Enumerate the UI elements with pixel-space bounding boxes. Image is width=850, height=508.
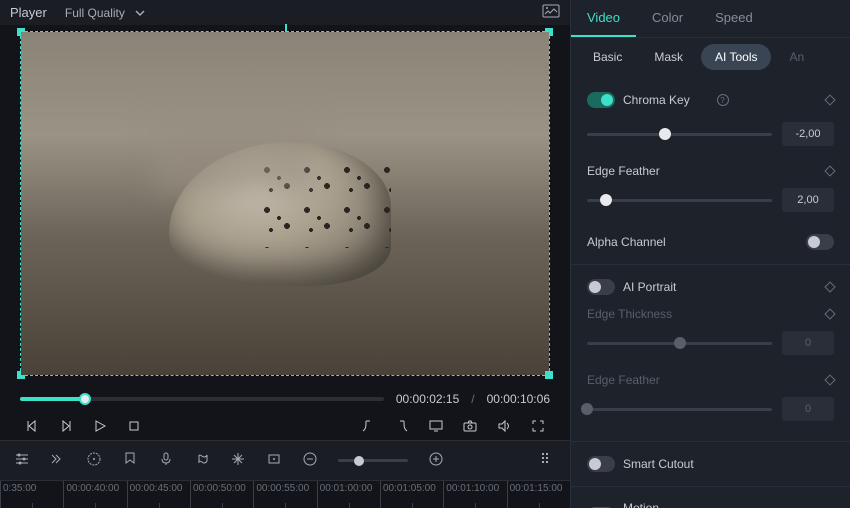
ai-portrait-label: AI Portrait <box>623 280 717 294</box>
ruler-tick: 00:01:05:00 <box>380 481 443 508</box>
adjust-button[interactable] <box>14 451 30 470</box>
edge-feather-label: Edge Feather <box>587 160 834 182</box>
preview-pane: Player Full Quality 00:00:02:15 / <box>0 0 570 508</box>
tab-speed[interactable]: Speed <box>699 0 769 37</box>
playhead-marker <box>285 24 287 32</box>
edge-feather-slider[interactable] <box>587 199 772 202</box>
keyframe-icon[interactable] <box>824 281 835 292</box>
prev-frame-button[interactable] <box>24 418 40 434</box>
smart-cutout-toggle[interactable] <box>587 456 615 472</box>
chroma-key-label: Chroma Key <box>623 93 705 107</box>
properties-panel: VideoColorSpeed BasicMaskAI ToolsAn Chro… <box>570 0 850 508</box>
chroma-key-row: Chroma Key ? <box>587 84 834 116</box>
chroma-key-slider-row: -2,00 <box>587 116 834 160</box>
alpha-channel-row: Alpha Channel <box>587 226 834 258</box>
ai-portrait-toggle[interactable] <box>587 279 615 295</box>
keyframe-icon[interactable] <box>824 94 835 105</box>
motion-tracking-label: Motion Tracking <box>623 501 702 508</box>
main-tabs: VideoColorSpeed <box>571 0 850 38</box>
edge-feather2-slider-row: 0 <box>587 391 834 435</box>
timeline-toolbar <box>0 440 570 480</box>
scrubber[interactable] <box>20 397 384 401</box>
player-header: Player Full Quality <box>0 0 570 25</box>
edge-feather2-slider <box>587 408 772 411</box>
quality-label: Full Quality <box>65 6 125 20</box>
ruler-tick: 00:00:55:00 <box>253 481 316 508</box>
zoom-out-button[interactable] <box>302 451 318 470</box>
sub-tabs: BasicMaskAI ToolsAn <box>571 38 850 76</box>
next-frame-button[interactable] <box>58 418 74 434</box>
subtab-basic[interactable]: Basic <box>579 44 636 70</box>
ruler-tick: 00:00:40:00 <box>63 481 126 508</box>
image-icon <box>542 4 560 18</box>
crop-button[interactable] <box>266 451 282 470</box>
stop-button[interactable] <box>126 418 142 434</box>
ruler-tick: 00:01:10:00 <box>443 481 506 508</box>
edge-feather2-value: 0 <box>782 397 834 421</box>
scrubber-handle[interactable] <box>79 393 91 405</box>
mic-button[interactable] <box>158 451 174 470</box>
video-canvas[interactable] <box>20 31 550 376</box>
time-current: 00:00:02:15 <box>396 392 459 406</box>
subtab-mask[interactable]: Mask <box>640 44 697 70</box>
tab-video[interactable]: Video <box>571 0 636 37</box>
speed-icon-button[interactable] <box>86 451 102 470</box>
grid-view-button[interactable] <box>540 451 556 470</box>
fullscreen-button[interactable] <box>530 418 546 434</box>
edge-thickness-slider <box>587 342 772 345</box>
quality-dropdown[interactable]: Full Quality <box>65 6 145 20</box>
camera-button[interactable] <box>462 418 478 434</box>
volume-button[interactable] <box>496 418 512 434</box>
chevron-down-icon <box>135 8 145 18</box>
keyframe-icon <box>824 374 835 385</box>
smart-cutout-label: Smart Cutout <box>623 457 834 471</box>
ai-tools-panel: Chroma Key ? -2,00 Edge Feather 2,00 Alp… <box>571 76 850 508</box>
motion-tracking-row: Motion Tracking ? <box>587 493 834 508</box>
edge-thickness-value: 0 <box>782 331 834 355</box>
preview-area: 00:00:02:15 / 00:00:10:06 <box>0 25 570 440</box>
play-button[interactable] <box>92 418 108 434</box>
smart-cutout-row: Smart Cutout <box>587 448 834 480</box>
snapshot-button[interactable] <box>542 4 560 21</box>
ruler-tick: 00:01:00:00 <box>317 481 380 508</box>
edge-feather-value[interactable]: 2,00 <box>782 188 834 212</box>
mark-out-button[interactable] <box>394 418 410 434</box>
player-label: Player <box>10 5 47 20</box>
video-frame <box>21 32 549 375</box>
ruler-tick: 00:00:50:00 <box>190 481 253 508</box>
display-button[interactable] <box>428 418 444 434</box>
zoom-slider[interactable] <box>338 459 408 462</box>
chroma-key-toggle[interactable] <box>587 92 615 108</box>
effects-button[interactable] <box>230 451 246 470</box>
ruler-tick: 00:00:45:00 <box>127 481 190 508</box>
zoom-in-button[interactable] <box>428 451 444 470</box>
time-total: 00:00:10:06 <box>487 392 550 406</box>
playback-controls <box>20 418 550 434</box>
chroma-key-slider[interactable] <box>587 133 772 136</box>
alpha-channel-label: Alpha Channel <box>587 235 798 249</box>
chroma-key-value[interactable]: -2,00 <box>782 122 834 146</box>
subtab-an: An <box>775 44 818 70</box>
info-icon[interactable]: ? <box>717 94 729 106</box>
edge-thickness-slider-row: 0 <box>587 325 834 369</box>
subtab-ai[interactable]: AI Tools <box>701 44 771 70</box>
edge-thickness-label: Edge Thickness <box>587 303 834 325</box>
audio-button[interactable] <box>194 451 210 470</box>
expand-button[interactable] <box>50 451 66 470</box>
time-divider: / <box>471 392 474 406</box>
alpha-channel-toggle[interactable] <box>806 234 834 250</box>
timeline-ruler[interactable]: 0:35:0000:00:40:0000:00:45:0000:00:50:00… <box>0 480 570 508</box>
edge-feather2-label: Edge Feather <box>587 369 834 391</box>
keyframe-icon <box>824 308 835 319</box>
ruler-tick: 0:35:00 <box>0 481 63 508</box>
mark-in-button[interactable] <box>360 418 376 434</box>
keyframe-icon[interactable] <box>824 165 835 176</box>
ruler-tick: 00:01:15:00 <box>507 481 570 508</box>
scrubber-row: 00:00:02:15 / 00:00:10:06 <box>20 392 550 406</box>
ai-portrait-row: AI Portrait <box>587 271 834 303</box>
marker-button[interactable] <box>122 451 138 470</box>
edge-feather-slider-row: 2,00 <box>587 182 834 226</box>
tab-color[interactable]: Color <box>636 0 699 37</box>
